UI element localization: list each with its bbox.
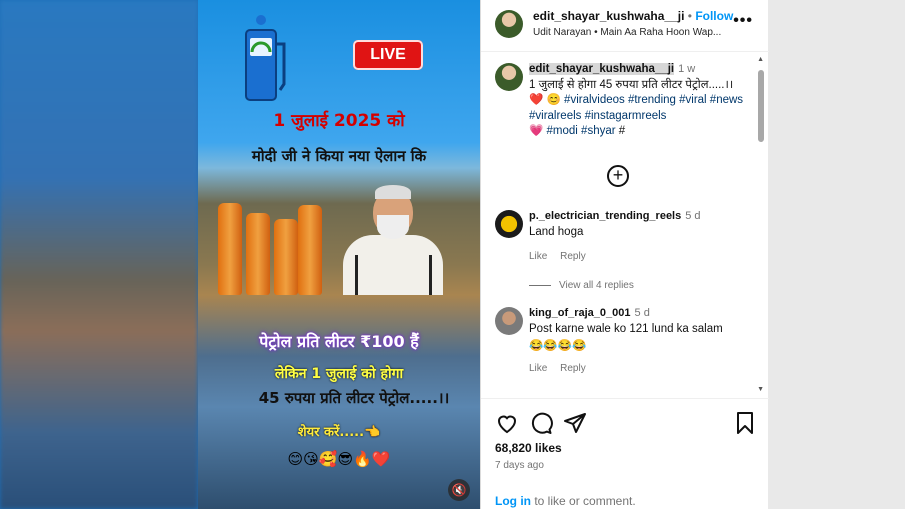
comment-time: 5 d [685,210,701,222]
petrol-bottles-image [218,195,328,295]
reply-button[interactable]: Reply [560,251,586,262]
comment-emojis: 😂😂😂😂 [529,340,587,352]
post-timestamp: 7 days ago [495,460,544,471]
heart-emoji: 💗 [529,125,544,137]
caption-hashtags-1[interactable]: #viralvideos #trending [564,94,676,106]
action-bar [495,411,757,435]
comment-time: 5 d [634,307,650,319]
view-replies-button[interactable]: View all 4 replies [529,280,634,291]
live-badge: LIVE [353,40,423,70]
blurred-background-left [0,0,198,509]
caption: edit_shayar_kushwaha__ji 1 w 1 जुलाई से ह… [529,62,744,140]
video-text-new-price: 45 रुपया प्रति लीटर पेट्रोल.....।। [258,389,450,407]
post-footer: 68,820 likes 7 days ago Log in to like o… [481,398,769,509]
video-text-date: 1 जुलाई 2025 को [273,111,405,131]
login-prompt: Log in to like or comment. [495,494,636,508]
video-text-price: पेट्रोल प्रति लीटर ₹100 हैं [259,332,419,351]
video-text-emojis: 😊😘🥰😎🔥❤️ [287,450,391,468]
heart-icon[interactable] [495,411,519,435]
video-text-announcement: मोदी जी ने किया नया ऐलान कि [251,147,427,165]
reel-video[interactable]: LIVE 1 जुलाई 2025 को मोदी जी ने किया नया… [198,0,480,509]
likes-count[interactable]: 68,820 likes [495,441,562,455]
comment-text: Post karne wale ko 121 lund ka salam [529,323,723,335]
post-side-panel: edit_shayar_kushwaha__ji • Follow Udit N… [480,0,769,509]
comment-text: Land hoga [529,226,584,238]
scrollbar-thumb[interactable] [758,70,764,142]
reply-button[interactable]: Reply [560,363,586,374]
speaker-image [333,185,453,295]
comment-avatar[interactable] [495,210,523,238]
header-username[interactable]: edit_shayar_kushwaha__ji [533,9,684,23]
like-comment-button[interactable]: Like [529,363,547,374]
comment-username[interactable]: king_of_raja_0_001 [529,307,631,319]
caption-hashtags-3[interactable]: #modi #shyar [547,125,616,137]
login-link[interactable]: Log in [495,494,531,508]
fuel-pump-icon [245,15,286,101]
audio-link[interactable]: Udit Narayan • Main Aa Raha Hoon Wap... [533,27,733,38]
more-options-icon[interactable]: ••• [733,12,753,30]
comments-section[interactable]: edit_shayar_kushwaha__ji 1 w 1 जुलाई से ह… [481,53,769,398]
scroll-up-arrow[interactable]: ▲ [757,56,764,63]
scroll-down-arrow[interactable]: ▼ [757,386,764,393]
caption-avatar[interactable] [495,63,523,91]
comment-avatar[interactable] [495,307,523,335]
caption-username[interactable]: edit_shayar_kushwaha__ji [529,63,675,75]
login-prompt-text: to like or comment. [531,494,636,508]
like-comment-button[interactable]: Like [529,251,547,262]
share-icon[interactable] [563,411,587,435]
caption-time: 1 w [678,63,696,75]
mute-icon[interactable]: 🔇 [448,479,470,501]
comment-username[interactable]: p._electrician_trending_reels [529,210,681,222]
video-text-share: शेयर करें.....👈 [297,425,381,440]
caption-hashtags-4: # [618,125,626,137]
separator-dot: • [687,9,692,23]
load-more-comments-icon[interactable]: + [607,165,629,187]
background-right [768,0,905,509]
video-text-but: लेकिन 1 जुलाई को होगा [274,366,404,382]
bookmark-icon[interactable] [733,411,757,435]
follow-button[interactable]: Follow [695,9,733,23]
avatar[interactable] [495,10,523,38]
post-header: edit_shayar_kushwaha__ji • Follow Udit N… [481,0,769,52]
comment-icon[interactable] [529,411,553,435]
